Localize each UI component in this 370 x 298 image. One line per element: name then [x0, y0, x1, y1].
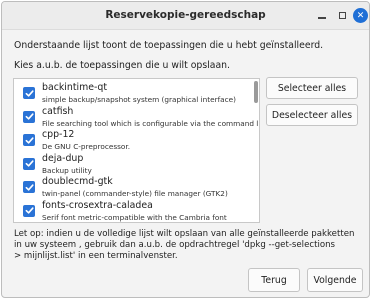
package-description: twin-panel (commander-style) file manage… — [42, 189, 228, 198]
select-all-button[interactable]: Selecteer alles — [266, 77, 358, 99]
package-name: deja-dup — [42, 152, 84, 164]
package-list[interactable]: backintime-qt simple backup/snapshot syst… — [13, 78, 260, 223]
package-name: doublecmd-gtk — [42, 176, 113, 187]
maximize-icon — [338, 11, 346, 19]
package-name: catfish — [42, 105, 74, 117]
note-text: Let op: indien u de volledige lijst wilt… — [14, 229, 354, 262]
package-checkbox[interactable] — [23, 204, 35, 217]
package-checkbox[interactable] — [23, 181, 35, 193]
checkmark-icon — [25, 113, 34, 120]
package-checkbox[interactable] — [23, 157, 35, 170]
checkmark-icon — [25, 207, 34, 214]
note-line: Let op: indien u de volledige lijst wilt… — [14, 229, 355, 239]
minimize-icon — [318, 17, 326, 19]
close-icon: ✕ — [356, 10, 365, 21]
package-row[interactable]: catfish File searching tool which is conf… — [14, 105, 259, 130]
next-button[interactable]: Volgende — [307, 268, 363, 292]
maximize-button[interactable] — [335, 8, 349, 22]
package-row[interactable]: doublecmd-gtk twin-panel (commander-style… — [14, 176, 252, 200]
package-row[interactable]: deja-dup Backup utility — [14, 153, 252, 177]
package-description: simple backup/snapshot system (graphical… — [42, 95, 236, 104]
checkmark-icon — [25, 89, 34, 97]
minimize-button[interactable] — [315, 8, 329, 22]
window-title: Reservekopie-gereedschap — [105, 9, 266, 21]
backup-tool-window: Reservekopie-gereedschap ✕ Onderstaande … — [1, 1, 370, 298]
checkmark-icon — [25, 136, 34, 144]
package-row[interactable]: backintime-qt simple backup/snapshot syst… — [14, 82, 252, 106]
package-checkbox[interactable] — [23, 134, 35, 146]
package-row[interactable]: cpp-12 De GNU C-preprocessor. — [14, 129, 252, 153]
intro-text: Onderstaande lijst toont de toepassingen… — [14, 40, 324, 51]
instruction-text: Kies a.u.b. de toepassingen die u wilt o… — [14, 60, 231, 71]
package-description: File searching tool which is configurabl… — [42, 118, 260, 128]
package-name: backintime-qt — [42, 82, 108, 93]
note-line: in uw systeem , gebruik dan a.u.b. de op… — [14, 240, 336, 250]
title-bar[interactable]: Reservekopie-gereedschap ✕ — [2, 2, 369, 30]
package-description: Backup utility — [42, 165, 92, 175]
deselect-all-button[interactable]: Deselecteer alles — [266, 104, 358, 126]
list-scrollbar[interactable] — [254, 81, 258, 103]
package-description: Serif font metric-compatible with the Ca… — [42, 212, 227, 222]
package-name: cpp-12 — [42, 129, 75, 140]
checkmark-icon — [25, 183, 34, 191]
package-checkbox[interactable] — [23, 87, 35, 99]
checkmark-icon — [25, 160, 34, 167]
package-row[interactable]: fonts-crosextra-caladea Serif font metric… — [14, 199, 252, 223]
package-description: De GNU C-preprocessor. — [42, 142, 131, 151]
back-button[interactable]: Terug — [248, 268, 300, 292]
note-line: > mijnlijst.list' in een terminalvenster… — [14, 251, 178, 261]
package-checkbox[interactable] — [23, 110, 35, 123]
package-name: fonts-crosextra-caladea — [42, 199, 153, 211]
close-button[interactable]: ✕ — [353, 8, 368, 23]
